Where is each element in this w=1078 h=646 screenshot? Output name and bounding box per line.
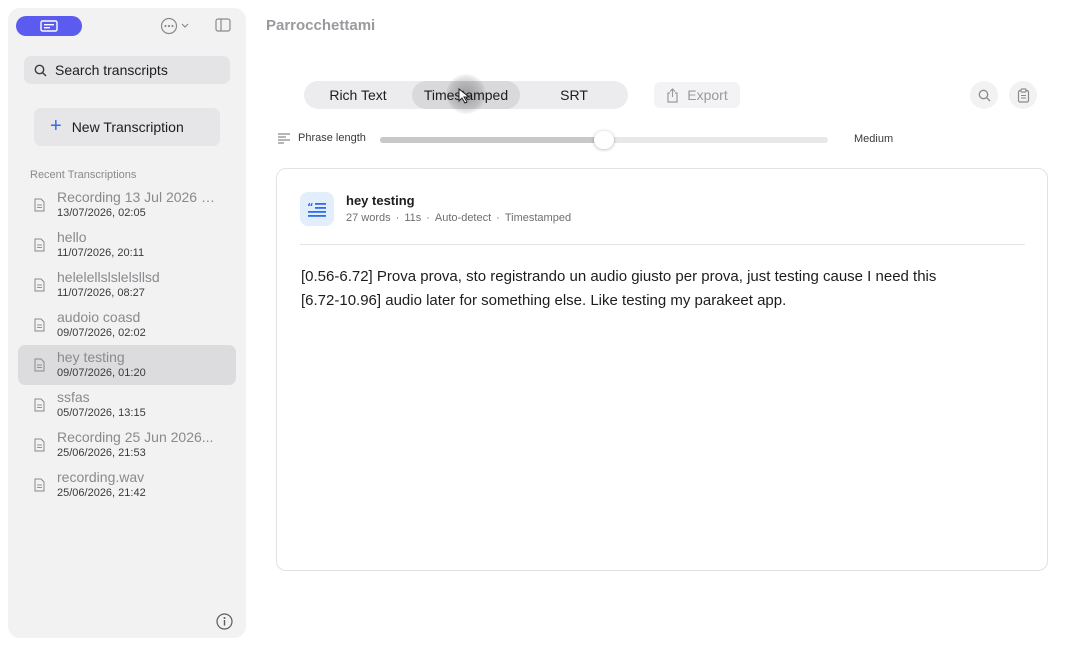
tab-srt[interactable]: SRT — [520, 81, 628, 109]
new-window-icon — [40, 20, 58, 32]
page-title: Parrocchettami — [266, 17, 376, 34]
list-item-text: ssfas 05/07/2026, 13:15 — [57, 389, 146, 421]
list-item-date: 25/06/2026, 21:53 — [57, 447, 146, 459]
list-item-date: 09/07/2026, 01:20 — [57, 367, 146, 379]
list-item[interactable]: audoio coasd 09/07/2026, 02:02 — [18, 305, 236, 345]
search-icon — [978, 89, 990, 101]
list-item[interactable]: hey testing 09/07/2026, 01:20 — [18, 345, 236, 385]
divider — [300, 244, 1025, 245]
list-item-title: Recording 13 Jul 2026 a... — [57, 189, 217, 205]
view-mode: Timestamped — [504, 212, 572, 224]
list-item[interactable]: Recording 25 Jun 2026... 25/06/2026, 21:5… — [18, 425, 236, 465]
plus-icon: + — [50, 115, 62, 137]
export-label: Export — [687, 87, 728, 103]
list-item-text: Recording 25 Jun 2026... 25/06/2026, 21:5… — [57, 429, 213, 461]
meta-separator: · — [496, 212, 500, 224]
list-item-text: audoio coasd 09/07/2026, 02:02 — [57, 309, 146, 341]
more-options-button[interactable] — [160, 17, 189, 35]
slider-fill — [380, 137, 604, 143]
list-item-title: hello — [57, 229, 87, 245]
search-input[interactable] — [55, 62, 225, 78]
document-icon — [34, 278, 45, 292]
document-icon — [34, 398, 45, 412]
sidebar: + New Transcription Recent Transcription… — [8, 8, 246, 638]
info-icon — [216, 613, 233, 630]
transcript-text[interactable]: [0.56-6.72] Prova prova, sto registrando… — [301, 265, 1021, 313]
list-item-title: Recording 25 Jun 2026... — [57, 429, 214, 445]
list-item-date: 05/07/2026, 13:15 — [57, 407, 146, 419]
search-icon — [34, 64, 47, 76]
tab-rich-text[interactable]: Rich Text — [304, 81, 412, 109]
find-button[interactable] — [970, 81, 998, 109]
list-item-text: hey testing 09/07/2026, 01:20 — [57, 349, 146, 381]
slider-thumb[interactable] — [594, 131, 614, 149]
share-icon — [667, 87, 678, 103]
list-item-title: recording.wav — [57, 469, 145, 485]
info-button[interactable] — [216, 613, 233, 635]
list-item-title: audoio coasd — [57, 309, 141, 325]
text-lines-icon — [278, 133, 290, 144]
list-item-text: hello 11/07/2026, 20:11 — [57, 229, 144, 261]
meta-separator: · — [395, 212, 400, 224]
document-icon — [34, 478, 45, 492]
phrase-length-control: Phrase length — [277, 132, 366, 144]
transcript-card: “ hey testing 27 words · 11s · Auto-dete… — [276, 168, 1048, 571]
list-item-date: 13/07/2026, 02:05 — [57, 207, 146, 219]
transcript-title: hey testing — [346, 193, 415, 208]
transcript-meta: 27 words · 11s · Auto-detect · Timestamp… — [346, 212, 571, 224]
meta-separator: · — [426, 212, 430, 224]
language: Auto-detect — [434, 212, 492, 224]
transcript-line: [6.72-10.96] audio later for something e… — [301, 292, 787, 309]
duration: 11s — [404, 212, 422, 224]
document-icon — [34, 358, 45, 372]
document-icon — [34, 198, 45, 212]
list-item-text: recording.wav 25/06/2026, 21:42 — [57, 469, 146, 501]
search-field[interactable] — [24, 56, 230, 84]
list-item-text: helelellslslelsllsd 11/07/2026, 08:27 — [57, 269, 160, 301]
ellipsis-circle-icon — [160, 17, 178, 35]
sidebar-icon — [215, 18, 231, 32]
list-item-date: 09/07/2026, 02:02 — [57, 327, 146, 339]
list-item-title: helelellslslelsllsd — [57, 269, 160, 285]
document-icon — [34, 318, 45, 332]
copy-button[interactable] — [1009, 81, 1037, 109]
list-item[interactable]: ssfas 05/07/2026, 13:15 — [18, 385, 236, 425]
new-window-button[interactable] — [16, 16, 82, 36]
list-item-title: hey testing — [57, 349, 125, 365]
transcript-line: [0.56-6.72] Prova prova, sto registrando… — [301, 268, 937, 285]
export-button[interactable]: Export — [654, 82, 740, 108]
recent-transcriptions-list: Recording 13 Jul 2026 a... 13/07/2026, 02… — [18, 185, 236, 505]
list-item-text: Recording 13 Jul 2026 a... 13/07/2026, 02… — [57, 189, 217, 221]
sidebar-toggle-button[interactable] — [215, 18, 231, 37]
document-icon — [34, 438, 45, 452]
list-item[interactable]: hello 11/07/2026, 20:11 — [18, 225, 236, 265]
word-count: 27 words — [346, 212, 391, 224]
phrase-length-value: Medium — [854, 133, 894, 145]
new-transcription-button[interactable]: + New Transcription — [34, 108, 220, 146]
list-item-date: 11/07/2026, 20:11 — [57, 247, 145, 259]
list-item[interactable]: Recording 13 Jul 2026 a... 13/07/2026, 02… — [18, 185, 236, 225]
list-item-date: 11/07/2026, 08:27 — [57, 287, 145, 299]
list-item-title: ssfas — [57, 389, 90, 405]
mouse-cursor-icon — [458, 88, 471, 104]
document-icon — [34, 238, 45, 252]
list-item[interactable]: helelellslslelsllsd 11/07/2026, 08:27 — [18, 265, 236, 305]
list-item[interactable]: recording.wav 25/06/2026, 21:42 — [18, 465, 236, 505]
recent-transcriptions-heading: Recent Transcriptions — [30, 169, 137, 181]
phrase-length-slider[interactable] — [380, 131, 828, 149]
transcript-icon: “ — [300, 192, 334, 226]
new-transcription-label: New Transcription — [71, 119, 184, 135]
list-item-date: 25/06/2026, 21:42 — [57, 487, 146, 499]
chevron-down-icon — [181, 23, 189, 28]
phrase-length-label: Phrase length — [298, 132, 366, 144]
clipboard-icon — [1017, 87, 1029, 103]
